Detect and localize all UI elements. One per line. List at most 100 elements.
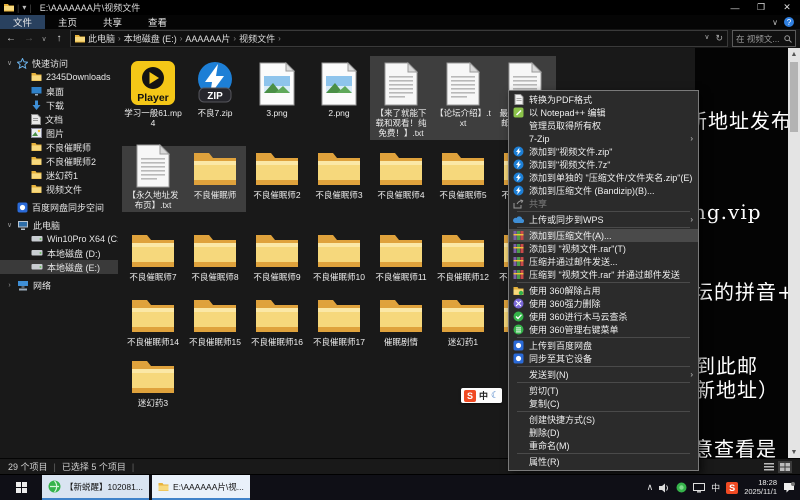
tab-共享[interactable]: 共享	[90, 15, 135, 29]
menu-item[interactable]: 使用 360进行木马云查杀	[509, 310, 698, 323]
file-item[interactable]: 不良催眠师3	[308, 146, 370, 212]
taskbar-button[interactable]: 【新蜕醒】102081...	[42, 475, 149, 500]
up-button[interactable]: ↑	[52, 33, 66, 44]
sidebar-item-2345Downloads[interactable]: 2345Downloads	[0, 70, 118, 84]
file-item[interactable]: Player学习一般61.mp4	[122, 56, 184, 140]
menu-item[interactable]: 管理员取得所有权	[509, 119, 698, 132]
start-button[interactable]	[0, 475, 42, 500]
menu-item[interactable]: 使用 360强力删除	[509, 297, 698, 310]
menu-item[interactable]: 添加到压缩文件(A)...	[509, 229, 698, 242]
sidebar-item-下载[interactable]: 下载	[0, 98, 118, 112]
file-item[interactable]: 不良催眠师16	[246, 293, 308, 349]
details-view-icon[interactable]	[762, 461, 776, 473]
ribbon-collapse-icon[interactable]: ∨	[772, 18, 778, 27]
menu-item[interactable]: 删除(D)	[509, 426, 698, 439]
menu-item[interactable]: 上传到百度网盘	[509, 339, 698, 352]
sidebar-item-图片[interactable]: 图片	[0, 126, 118, 140]
network-tray-icon[interactable]	[693, 483, 705, 493]
menu-item[interactable]: 属性(R)	[509, 455, 698, 468]
file-item[interactable]: 不良催眠师7	[122, 228, 184, 284]
menu-item[interactable]: 使用 360管理右键菜单	[509, 323, 698, 336]
qat-dropdown-icon[interactable]: ▾	[22, 3, 26, 12]
expand-chevron-icon[interactable]: ›	[6, 282, 13, 289]
menu-item[interactable]: 压缩到 "视频文件.rar" 并通过邮件发送	[509, 268, 698, 281]
breadcrumb-segment[interactable]: 视频文件	[239, 32, 275, 45]
sidebar-item-不良催眠师2[interactable]: 不良催眠师2	[0, 154, 118, 168]
menu-item[interactable]: 创建快捷方式(S)	[509, 413, 698, 426]
sogou-logo-icon[interactable]: S	[464, 390, 476, 402]
help-icon[interactable]: ?	[784, 17, 794, 27]
file-item[interactable]: 不良催眠师5	[432, 146, 494, 212]
file-item[interactable]: 不良催眠师14	[122, 293, 184, 349]
tab-主页[interactable]: 主页	[45, 15, 90, 29]
file-item[interactable]: 【论坛介绍】.txt	[432, 56, 494, 140]
expand-chevron-icon[interactable]: ∨	[6, 59, 13, 67]
sidebar-item-桌面[interactable]: 桌面	[0, 84, 118, 98]
menu-item[interactable]: 压缩并通过邮件发送...	[509, 255, 698, 268]
close-button[interactable]: ✕	[774, 0, 800, 15]
file-item[interactable]: 不良催眠师10	[308, 228, 370, 284]
sidebar-item-迷幻药1[interactable]: 迷幻药1	[0, 168, 118, 182]
clock[interactable]: 18:28 2025/11/1	[744, 479, 777, 496]
breadcrumb-segment[interactable]: AAAAAA片	[185, 32, 230, 45]
file-item[interactable]: 不良催眠师17	[308, 293, 370, 349]
forward-button[interactable]: →	[22, 33, 36, 44]
thumbnail-view-icon[interactable]	[778, 461, 792, 473]
refresh-icon[interactable]: ↻	[715, 33, 723, 44]
file-item[interactable]: 迷幻药3	[122, 354, 184, 410]
minimize-button[interactable]: —	[722, 0, 748, 15]
recent-locations-icon[interactable]: ∨	[40, 35, 48, 43]
file-item[interactable]: 2.png	[308, 56, 370, 140]
ime-mode-label[interactable]: 中	[479, 389, 488, 402]
menu-item[interactable]: 复制(C)	[509, 397, 698, 410]
quick-access-toolbar[interactable]: | ▾ |	[0, 3, 36, 13]
file-item[interactable]: 不良催眠师	[184, 146, 246, 212]
breadcrumb-segment[interactable]: 本地磁盘 (E:)	[124, 32, 177, 45]
menu-item[interactable]: 上传或同步到WPS›	[509, 213, 698, 226]
menu-item[interactable]: 发送到(N)›	[509, 368, 698, 381]
file-item[interactable]: 【永久地址发布页】.txt	[122, 146, 184, 212]
file-item[interactable]: 不良催眠师2	[246, 146, 308, 212]
file-item[interactable]: 不良催眠师8	[184, 228, 246, 284]
file-item[interactable]: 不良催眠师11	[370, 228, 432, 284]
restore-button[interactable]: ❐	[748, 0, 774, 15]
tab-文件[interactable]: 文件	[0, 15, 45, 29]
menu-item[interactable]: 添加到压缩文件 (Bandizip)(B)...	[509, 184, 698, 197]
sogou-tray-icon[interactable]: S	[726, 482, 738, 494]
sidebar-item-本地磁盘 (D:)[interactable]: 本地磁盘 (D:)	[0, 246, 118, 260]
sidebar-item-Win10Pro X64 (C:)[interactable]: Win10Pro X64 (C:)	[0, 232, 118, 246]
file-item[interactable]: 不良催眠师12	[432, 228, 494, 284]
scroll-up-icon[interactable]: ▲	[788, 48, 800, 60]
sogou-ime-bar[interactable]: S 中 ☾	[461, 388, 502, 403]
back-button[interactable]: ←	[4, 33, 18, 44]
file-item[interactable]: 不良催眠师15	[184, 293, 246, 349]
menu-item[interactable]: 添加到单独的 "压缩文件/文件夹名.zip"(E)	[509, 171, 698, 184]
file-item[interactable]: 不良催眠师4	[370, 146, 432, 212]
tray-expand-icon[interactable]: ∧	[647, 482, 654, 493]
menu-item[interactable]: 使用 360解除占用	[509, 284, 698, 297]
menu-item[interactable]: 7-Zip›	[509, 132, 698, 145]
menu-item[interactable]: 剪切(T)	[509, 384, 698, 397]
sidebar-item-百度网盘同步空间[interactable]: 百度网盘同步空间	[0, 200, 118, 214]
sidebar-item-文档[interactable]: 文档	[0, 112, 118, 126]
menu-item[interactable]: 同步至其它设备	[509, 352, 698, 365]
sidebar-item-此电脑[interactable]: ∨此电脑	[0, 218, 118, 232]
volume-icon[interactable]	[659, 483, 670, 493]
expand-chevron-icon[interactable]: ∨	[6, 221, 13, 229]
ime-tray-label[interactable]: 中	[711, 481, 720, 494]
sidebar-item-快速访问[interactable]: ∨快速访问	[0, 56, 118, 70]
menu-item[interactable]: 以 Notepad++ 编辑	[509, 106, 698, 119]
sidebar-item-不良催眠师[interactable]: 不良催眠师	[0, 140, 118, 154]
sidebar-item-网络[interactable]: ›网络	[0, 278, 118, 292]
vertical-scrollbar[interactable]: ▲ ▼	[788, 48, 800, 458]
menu-item[interactable]: 转换为PDF格式	[509, 93, 698, 106]
menu-item[interactable]: 添加到"视频文件.7z"	[509, 158, 698, 171]
address-bar[interactable]: 此电脑›本地磁盘 (E:)›AAAAAA片›视频文件› ∨ ↻	[70, 30, 728, 47]
file-item[interactable]: 【来了就能下载和观看！纯免费！】.txt	[370, 56, 432, 140]
file-item[interactable]: ZIP不良7.zip	[184, 56, 246, 140]
scroll-down-icon[interactable]: ▼	[788, 446, 800, 458]
file-item[interactable]: 催眠剧情	[370, 293, 432, 349]
file-item[interactable]: 3.png	[246, 56, 308, 140]
taskbar-button[interactable]: E:\AAAAAA片\视...	[152, 475, 250, 500]
file-item[interactable]: 迷幻药1	[432, 293, 494, 349]
